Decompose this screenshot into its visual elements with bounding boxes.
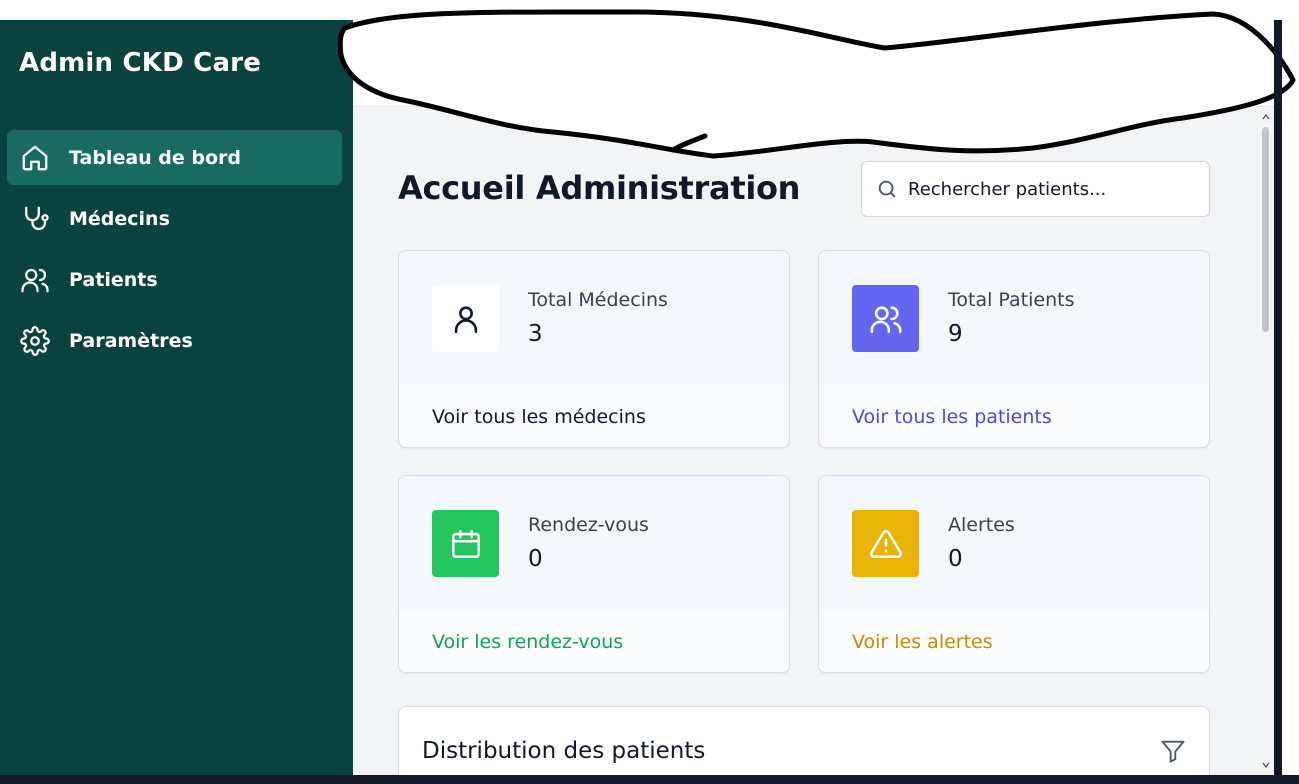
patient-distribution-panel: Distribution des patients (398, 706, 1210, 775)
sidebar-nav: Tableau de bord Médecins Patients Paramè… (7, 130, 342, 374)
scrollbar-thumb[interactable] (1262, 127, 1269, 332)
sidebar-item-medecins[interactable]: Médecins (7, 191, 342, 246)
stat-card-alertes: Alertes 0 Voir les alertes (818, 475, 1210, 673)
calendar-icon (432, 510, 499, 577)
window-frame-bottom (0, 775, 1299, 784)
sidebar-item-dashboard[interactable]: Tableau de bord (7, 130, 342, 185)
sidebar-item-patients[interactable]: Patients (7, 252, 342, 307)
stat-label: Rendez-vous (528, 514, 649, 536)
search-box[interactable] (861, 161, 1210, 217)
main-content: Accueil Administration Total Médecins 3 … (353, 107, 1258, 775)
sidebar-item-parametres[interactable]: Paramètres (7, 313, 342, 368)
gear-icon (19, 325, 51, 357)
stethoscope-icon (19, 203, 51, 235)
search-icon (878, 180, 896, 198)
app-window: Admin CKD Care Tableau de bord Médecins … (0, 20, 1274, 775)
window-frame-right (1274, 20, 1282, 784)
stat-label: Total Médecins (528, 289, 668, 311)
view-all-patients-link[interactable]: Voir tous les patients (852, 406, 1052, 428)
sidebar: Admin CKD Care Tableau de bord Médecins … (0, 20, 353, 775)
user-icon (432, 285, 499, 352)
sidebar-item-label: Patients (69, 268, 158, 291)
filter-icon[interactable] (1159, 737, 1187, 765)
scroll-down-arrow-icon[interactable] (1262, 761, 1270, 769)
stat-card-patients: Total Patients 9 Voir tous les patients (818, 250, 1210, 448)
sidebar-item-label: Médecins (69, 207, 170, 230)
stat-label: Alertes (948, 514, 1015, 536)
stat-value: 9 (948, 321, 963, 347)
sidebar-item-label: Tableau de bord (69, 146, 242, 169)
stat-value: 0 (528, 546, 543, 572)
stat-card-medecins: Total Médecins 3 Voir tous les médecins (398, 250, 790, 448)
view-appointments-link[interactable]: Voir les rendez-vous (432, 631, 623, 653)
scroll-up-arrow-icon[interactable] (1262, 113, 1270, 121)
users-icon (19, 264, 51, 296)
stat-value: 3 (528, 321, 543, 347)
view-alerts-link[interactable]: Voir les alertes (852, 631, 993, 653)
stat-value: 0 (948, 546, 963, 572)
top-bar (353, 20, 1274, 107)
sidebar-item-label: Paramètres (69, 329, 193, 352)
vertical-scrollbar[interactable] (1258, 107, 1274, 775)
warning-icon (852, 510, 919, 577)
stat-label: Total Patients (948, 289, 1075, 311)
users-icon (852, 285, 919, 352)
page-title: Accueil Administration (398, 169, 801, 207)
search-input[interactable] (908, 178, 1188, 200)
brand-title: Admin CKD Care (19, 48, 262, 78)
home-icon (19, 142, 51, 174)
view-all-doctors-link[interactable]: Voir tous les médecins (432, 406, 646, 428)
panel-title: Distribution des patients (422, 738, 706, 764)
stat-card-rendez-vous: Rendez-vous 0 Voir les rendez-vous (398, 475, 790, 673)
